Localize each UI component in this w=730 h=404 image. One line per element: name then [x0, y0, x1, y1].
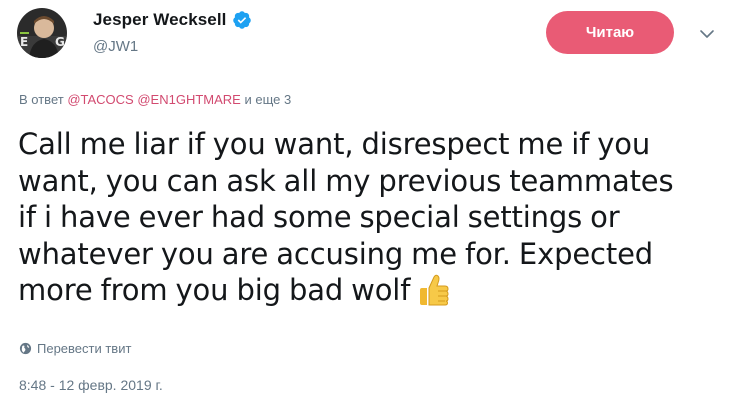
- avatar[interactable]: E G: [17, 8, 67, 58]
- tweet-text-line: more from you big bad wolf: [18, 273, 411, 307]
- tweet-text-line: Call me liar if you want, disrespect me …: [18, 127, 651, 161]
- tweet-text-line: whatever you are accusing me for. Expect…: [18, 236, 654, 271]
- svg-text:E: E: [20, 35, 28, 49]
- following-button[interactable]: Читаю: [546, 11, 674, 54]
- thumbs-up-icon: [416, 272, 452, 308]
- globe-icon: [19, 342, 32, 355]
- chevron-down-icon[interactable]: [699, 27, 715, 39]
- verified-badge-icon: [232, 10, 252, 30]
- tweet-text-line: want, you can ask all my previous teamma…: [18, 163, 674, 198]
- tweet-card: E G Jesper Wecksell @JW1 Читаю В ответ @…: [0, 0, 730, 404]
- reply-mention-tacocs[interactable]: @TACOCS: [67, 92, 133, 107]
- reply-prefix: В ответ: [19, 92, 64, 107]
- reply-context: В ответ @TACOCS @EN1GHTMARE и еще 3: [19, 92, 291, 107]
- tweet-text-line-last: more from you big bad wolf: [18, 272, 718, 309]
- tweet-timestamp[interactable]: 8:48 - 12 февр. 2019 г.: [19, 377, 163, 393]
- translate-label: Перевести твит: [37, 341, 132, 356]
- name-row: Jesper Wecksell: [93, 10, 252, 30]
- author-display-name[interactable]: Jesper Wecksell: [93, 10, 227, 30]
- tweet-text: Call me liar if you want, disrespect me …: [18, 126, 718, 309]
- author-block: Jesper Wecksell @JW1: [93, 10, 252, 55]
- reply-mention-en1ghtmare[interactable]: @EN1GHTMARE: [137, 92, 241, 107]
- tweet-text-line: if i have ever had some special settings…: [18, 200, 620, 234]
- reply-others[interactable]: и еще 3: [244, 92, 291, 107]
- author-handle[interactable]: @JW1: [93, 38, 252, 55]
- svg-text:G: G: [55, 35, 65, 49]
- translate-tweet-link[interactable]: Перевести твит: [19, 341, 131, 356]
